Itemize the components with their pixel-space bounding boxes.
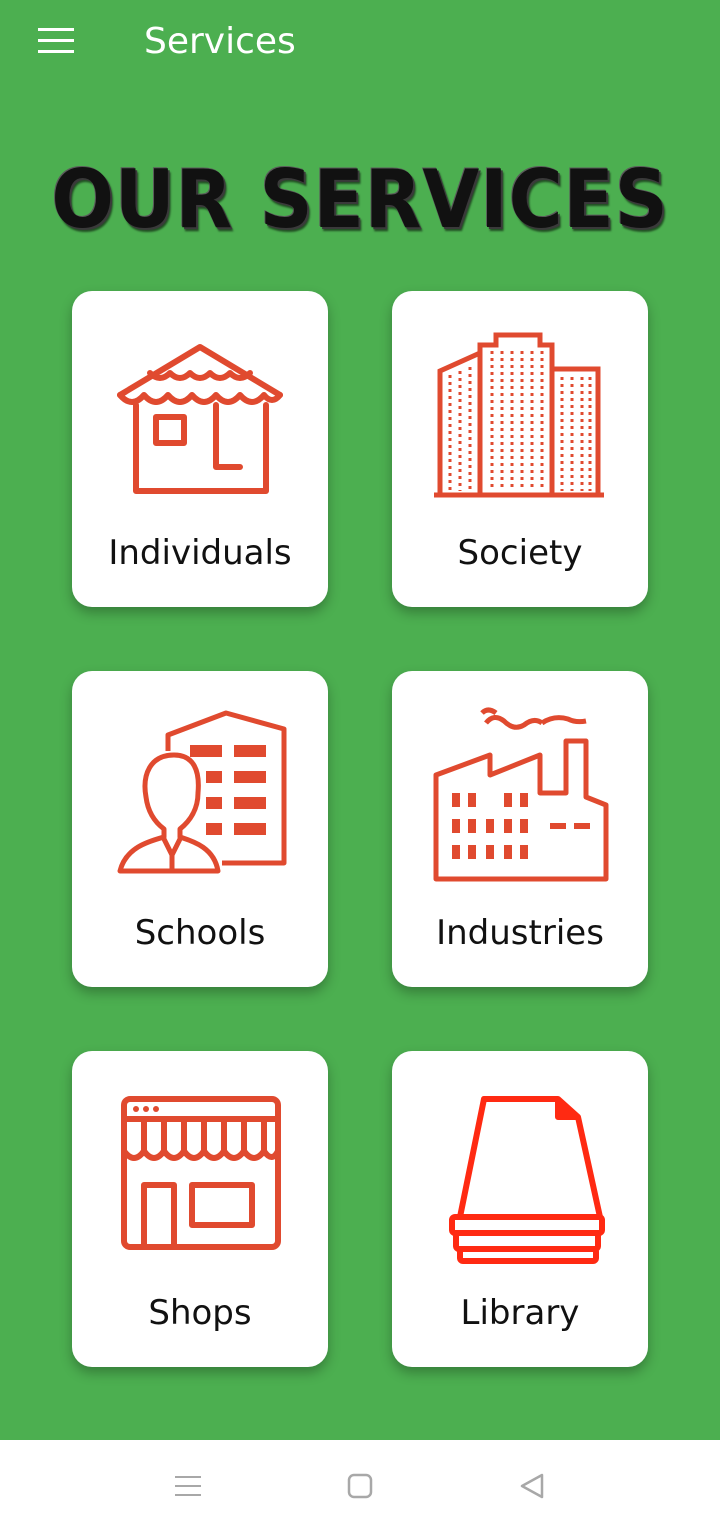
service-label: Society <box>457 533 583 573</box>
home-square-icon <box>347 1473 373 1499</box>
our-services-heading: OUR SERVICES <box>51 153 669 246</box>
storefront-icon <box>121 1096 281 1250</box>
recent-apps-button[interactable] <box>164 1462 212 1510</box>
system-nav-bar <box>0 1440 720 1528</box>
service-card-society[interactable]: Society <box>392 291 648 607</box>
menu-button[interactable] <box>28 16 84 66</box>
service-card-industries[interactable]: Industries <box>392 671 648 987</box>
app-bar: Services <box>0 0 720 86</box>
service-label: Industries <box>436 913 604 953</box>
page-title: Services <box>144 21 296 62</box>
service-label: Individuals <box>108 533 292 573</box>
service-card-shops[interactable]: Shops <box>72 1051 328 1367</box>
service-card-schools[interactable]: Schools <box>72 671 328 987</box>
house-icon <box>117 344 283 494</box>
service-card-individuals[interactable]: Individuals <box>72 291 328 607</box>
back-button[interactable] <box>508 1462 556 1510</box>
hamburger-menu-icon <box>38 28 74 53</box>
service-label: Shops <box>148 1293 252 1333</box>
factory-icon <box>433 707 609 882</box>
back-triangle-icon <box>520 1473 544 1499</box>
recent-apps-icon <box>175 1476 201 1496</box>
service-label: Library <box>460 1293 580 1333</box>
service-card-library[interactable]: Library <box>392 1051 648 1367</box>
buildings-icon <box>434 332 604 498</box>
service-label: Schools <box>134 913 266 953</box>
person-building-icon <box>117 710 287 874</box>
document-stack-icon <box>449 1096 605 1264</box>
services-screen: Services OUR SERVICES Individuals Societ… <box>0 0 720 1440</box>
home-button[interactable] <box>336 1462 384 1510</box>
